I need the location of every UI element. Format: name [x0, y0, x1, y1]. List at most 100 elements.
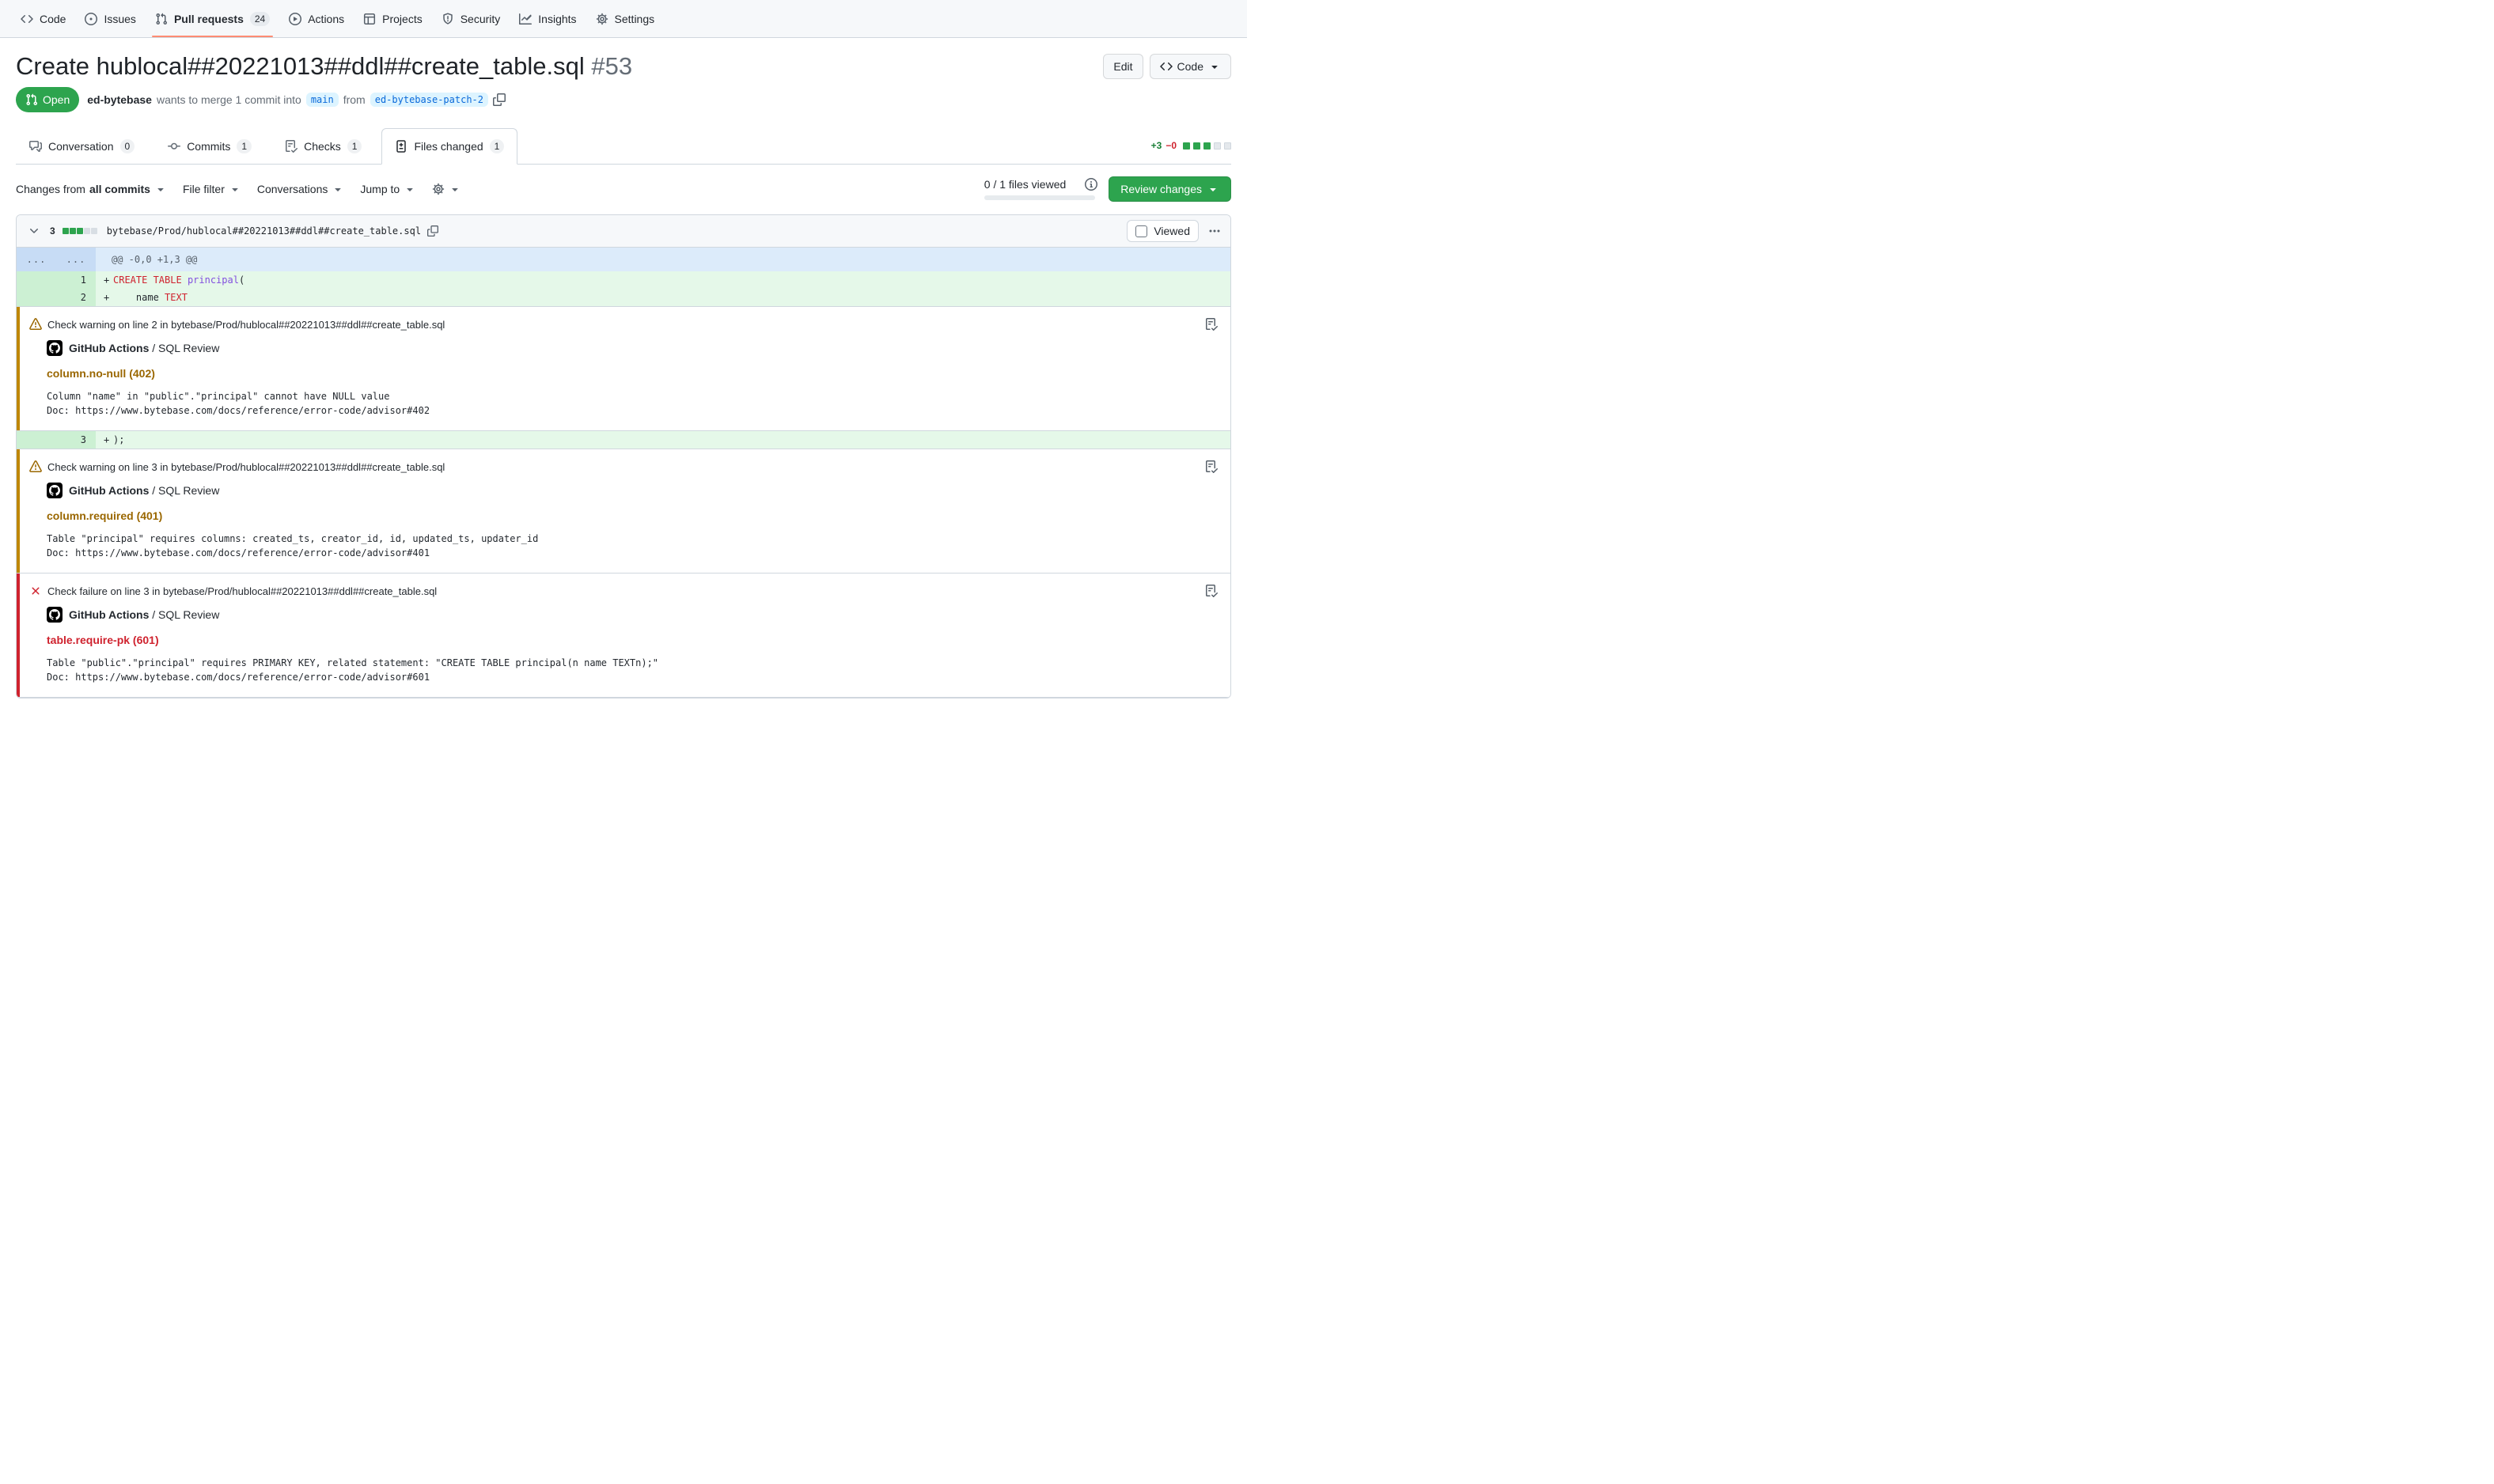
- files-viewed-progress: [984, 195, 1095, 200]
- file-diff-container: 3 bytebase/Prod/hublocal##20221013##ddl#…: [16, 214, 1231, 698]
- nav-label: Settings: [615, 13, 655, 25]
- old-line-number[interactable]: [17, 271, 56, 289]
- diffstat-square: [77, 228, 83, 234]
- nav-item-actions[interactable]: Actions: [279, 0, 354, 37]
- old-line-number[interactable]: [17, 431, 56, 449]
- caret-down-icon: [154, 183, 167, 195]
- changes-from-dropdown[interactable]: Changes from all commits: [16, 183, 167, 195]
- chevron-down-icon: [28, 225, 40, 237]
- annotation-header: Check warning on line 2 in bytebase/Prod…: [29, 318, 1218, 331]
- nav-label: Insights: [538, 13, 576, 25]
- git-commit-icon: [168, 140, 180, 153]
- nav-item-code[interactable]: Code: [11, 0, 75, 37]
- base-branch-label[interactable]: main: [306, 93, 339, 107]
- annotation-header: Check failure on line 3 in bytebase/Prod…: [29, 585, 1218, 597]
- hunk-gutter-new: ...: [56, 248, 96, 271]
- page-content: Create hublocal##20221013##ddl##create_t…: [0, 38, 1247, 698]
- tab-count: 1: [347, 139, 362, 153]
- nav-item-security[interactable]: Security: [432, 0, 510, 37]
- info-icon[interactable]: [1085, 178, 1097, 191]
- pr-tabs-row: Conversation 0 Commits 1 Checks 1 Files …: [16, 128, 1231, 165]
- diffstat-square: [70, 228, 76, 234]
- nav-item-issues[interactable]: Issues: [75, 0, 145, 37]
- collapse-file-button[interactable]: [25, 221, 44, 240]
- tab-label: Conversation: [48, 140, 114, 153]
- annotation-tool-row: GitHub Actions / SQL Review: [47, 340, 1218, 356]
- pr-header: Create hublocal##20221013##ddl##create_t…: [16, 38, 1231, 82]
- tab-conversation[interactable]: Conversation 0: [16, 128, 148, 165]
- caret-down-icon: [1208, 60, 1221, 73]
- caret-down-icon: [449, 183, 461, 195]
- tab-label: Commits: [187, 140, 230, 153]
- review-changes-button[interactable]: Review changes: [1109, 176, 1231, 202]
- diffstat-square: [1203, 142, 1211, 150]
- diffstat-square: [1214, 142, 1221, 150]
- check-annotation-warning-1: Check warning on line 2 in bytebase/Prod…: [17, 306, 1230, 431]
- annotation-message: Column "name" in "public"."principal" ca…: [47, 389, 1218, 403]
- nav-item-pull-requests[interactable]: Pull requests 24: [146, 0, 279, 37]
- copy-branch-icon[interactable]: [493, 93, 506, 106]
- hunk-header-row: ... ... @@ -0,0 +1,3 @@: [17, 248, 1230, 271]
- tool-name-link[interactable]: GitHub Actions: [69, 342, 149, 354]
- rule-title: column.required (401): [47, 509, 1218, 522]
- new-line-number[interactable]: 1: [56, 271, 96, 289]
- jump-to-dropdown[interactable]: Jump to: [360, 183, 416, 195]
- nav-item-projects[interactable]: Projects: [354, 0, 432, 37]
- edit-button-label: Edit: [1113, 60, 1132, 73]
- viewed-label: Viewed: [1154, 225, 1190, 237]
- pull-requests-count-badge: 24: [250, 12, 270, 26]
- file-options-kebab[interactable]: [1207, 223, 1222, 239]
- tab-files-changed[interactable]: Files changed 1: [381, 128, 517, 165]
- github-actions-avatar: [47, 340, 63, 356]
- code-text: name TEXT: [113, 289, 188, 306]
- pr-author-link[interactable]: ed-bytebase: [87, 93, 152, 106]
- tab-count: 1: [237, 139, 252, 153]
- file-path-link[interactable]: bytebase/Prod/hublocal##20221013##ddl##c…: [107, 225, 421, 237]
- new-line-number[interactable]: 3: [56, 431, 96, 449]
- tab-commits[interactable]: Commits 1: [154, 128, 265, 165]
- code-text: );: [113, 431, 124, 449]
- old-line-number[interactable]: [17, 289, 56, 306]
- file-filter-label: File filter: [183, 183, 225, 195]
- nav-label: Security: [461, 13, 501, 25]
- graph-icon: [519, 13, 532, 25]
- code-button[interactable]: Code: [1150, 54, 1231, 79]
- annotation-tool-row: GitHub Actions / SQL Review: [47, 607, 1218, 623]
- tool-name-link[interactable]: GitHub Actions: [69, 608, 149, 621]
- diff-toolbar-right: 0 / 1 files viewed Review changes: [984, 176, 1231, 202]
- nav-item-insights[interactable]: Insights: [510, 0, 586, 37]
- head-branch-label[interactable]: ed-bytebase-patch-2: [370, 93, 488, 107]
- check-annotation-failure: Check failure on line 3 in bytebase/Prod…: [17, 574, 1230, 698]
- diffstat-square: [84, 228, 90, 234]
- octocat-icon: [49, 485, 60, 496]
- hunk-gutter: ... ...: [17, 248, 96, 271]
- conversations-dropdown[interactable]: Conversations: [257, 183, 345, 195]
- checklist-icon: [1205, 318, 1218, 331]
- file-filter-dropdown[interactable]: File filter: [183, 183, 241, 195]
- code-cell: + );: [96, 431, 1230, 449]
- checklist-icon: [1205, 460, 1218, 473]
- merge-status-row: Open ed-bytebase wants to merge 1 commit…: [16, 87, 1231, 112]
- rule-title: table.require-pk (601): [47, 634, 1218, 646]
- nav-item-settings[interactable]: Settings: [586, 0, 665, 37]
- copy-path-icon[interactable]: [427, 225, 438, 237]
- gear-icon: [432, 183, 445, 195]
- annotation-header-text: Check warning on line 3 in bytebase/Prod…: [47, 461, 445, 473]
- files-viewed-text: 0 / 1 files viewed: [984, 178, 1067, 191]
- diffstat-square: [91, 228, 97, 234]
- code-button-label: Code: [1177, 60, 1203, 73]
- diff-toolbar: Changes from all commits File filter Con…: [16, 165, 1231, 214]
- viewed-checkbox[interactable]: [1135, 225, 1147, 237]
- edit-button[interactable]: Edit: [1103, 54, 1143, 79]
- comment-discussion-icon: [29, 140, 42, 153]
- tab-checks[interactable]: Checks 1: [271, 128, 375, 165]
- tool-name-link[interactable]: GitHub Actions: [69, 484, 149, 497]
- pr-state-badge: Open: [16, 87, 79, 112]
- viewed-toggle[interactable]: Viewed: [1127, 220, 1199, 242]
- code-icon: [1160, 60, 1173, 73]
- warning-triangle-icon: [29, 460, 42, 473]
- hunk-gutter-old: ...: [17, 248, 56, 271]
- annotation-message: Table "public"."principal" requires PRIM…: [47, 656, 1218, 670]
- new-line-number[interactable]: 2: [56, 289, 96, 306]
- diff-settings-dropdown[interactable]: [432, 183, 461, 195]
